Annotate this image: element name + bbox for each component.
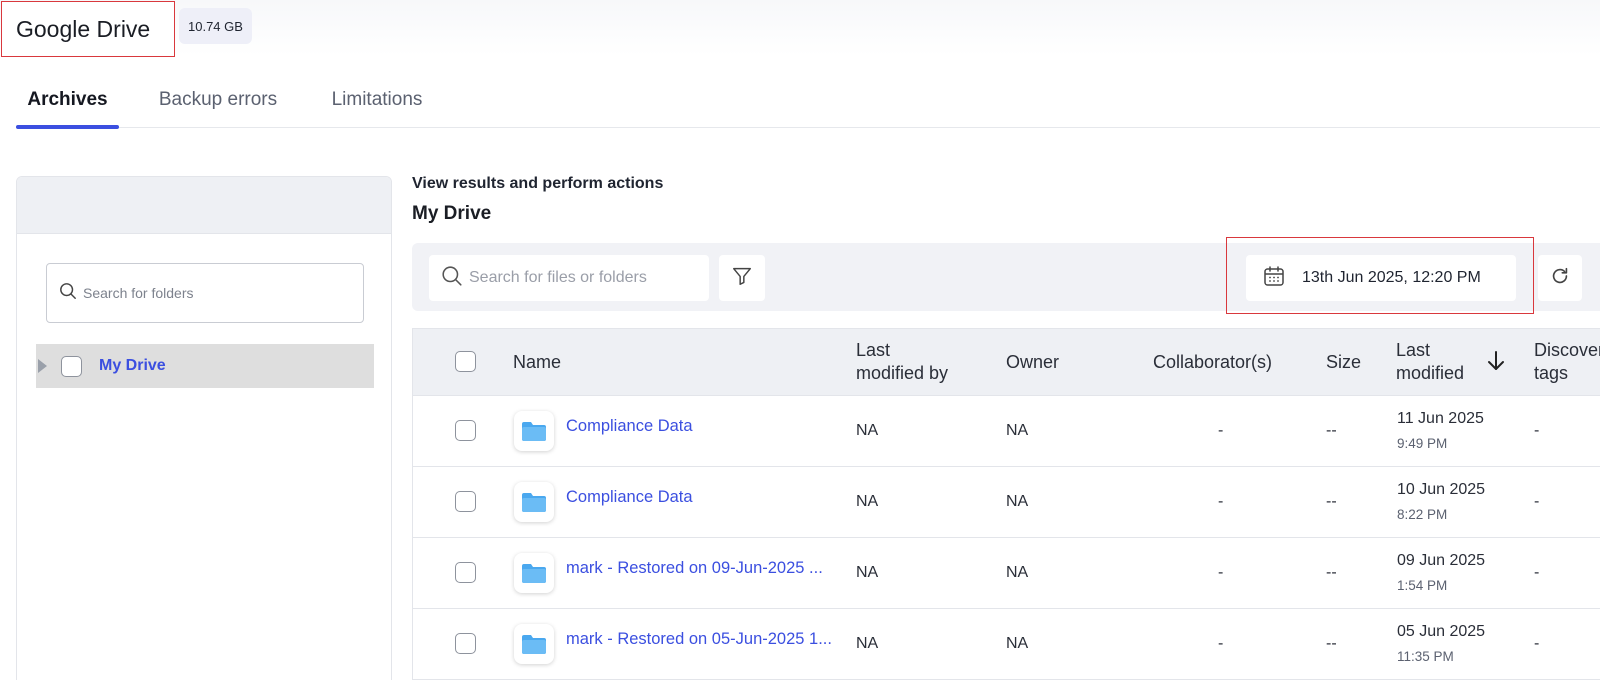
owner-cell: NA [1006, 564, 1029, 581]
folder-icon [514, 411, 554, 451]
search-icon [59, 282, 77, 305]
tree-item-my-drive[interactable]: My Drive [36, 344, 374, 388]
file-search-input[interactable] [469, 269, 699, 287]
column-owner: Owner [1006, 352, 1060, 372]
table-header: Name Last modified by Owner Collaborator… [413, 329, 1600, 396]
owner-cell: NA [1006, 422, 1029, 439]
size-cell: -- [1326, 422, 1337, 439]
modified-time-cell: 9:49 PM [1397, 436, 1448, 451]
search-icon [441, 265, 463, 292]
file-name-link[interactable]: Compliance Data [566, 488, 693, 507]
collaborators-cell: - [1218, 422, 1224, 439]
file-search-box[interactable] [429, 255, 709, 301]
owner-cell: NA [1006, 493, 1029, 510]
row-checkbox[interactable] [455, 420, 476, 441]
row-checkbox[interactable] [455, 491, 476, 512]
folder-icon [514, 624, 554, 664]
table-row[interactable]: mark - Restored on 09-Jun-2025 ... NA NA… [413, 538, 1600, 609]
tags-cell: - [1534, 564, 1540, 581]
modified-time-cell: 11:35 PM [1397, 649, 1454, 664]
tags-cell: - [1534, 422, 1540, 439]
modified-by-cell: NA [856, 422, 879, 439]
filter-button[interactable] [719, 255, 765, 301]
folder-sidebar: My Drive [16, 176, 392, 680]
column-last-modified-by-line1: Last [856, 340, 891, 360]
tab-bar: Archives Backup errors Limitations [16, 72, 1600, 129]
tab-archives[interactable]: Archives [16, 72, 119, 129]
size-cell: -- [1326, 493, 1337, 510]
collaborators-cell: - [1218, 635, 1224, 652]
modified-by-cell: NA [856, 635, 879, 652]
column-name[interactable]: Name [513, 351, 561, 374]
file-name-link[interactable]: mark - Restored on 09-Jun-2025 ... [566, 559, 823, 578]
caret-right-icon[interactable] [38, 359, 47, 373]
size-cell: -- [1326, 564, 1337, 581]
row-checkbox[interactable] [455, 633, 476, 654]
tab-backup-errors[interactable]: Backup errors [156, 72, 280, 128]
table-row[interactable]: Compliance Data NA NA - -- 11 Jun 2025 9… [413, 396, 1600, 467]
modified-by-cell: NA [856, 493, 879, 510]
folder-search-box[interactable] [46, 263, 364, 323]
column-last-modified-line2[interactable]: modified [1396, 362, 1464, 385]
column-collaborators: Collaborator(s) [1153, 352, 1273, 372]
sidebar-header [17, 177, 391, 234]
modified-date-cell: 10 Jun 2025 [1397, 481, 1486, 498]
refresh-button[interactable] [1538, 255, 1582, 301]
file-name-link[interactable]: mark - Restored on 05-Jun-2025 1... [566, 630, 832, 649]
sort-arrow-down-icon[interactable] [1486, 349, 1506, 378]
column-size: Size [1326, 352, 1362, 372]
tab-limitations[interactable]: Limitations [329, 72, 425, 128]
column-last-modified-line1[interactable]: Last [1396, 339, 1430, 362]
modified-date-cell: 05 Jun 2025 [1397, 623, 1486, 640]
table-row[interactable]: Compliance Data NA NA - -- 10 Jun 2025 8… [413, 467, 1600, 538]
owner-cell: NA [1006, 635, 1029, 652]
page-subtitle: View results and perform actions [412, 175, 664, 192]
collaborators-cell: - [1218, 564, 1224, 581]
select-all-checkbox[interactable] [455, 351, 476, 372]
modified-by-cell: NA [856, 564, 879, 581]
modified-date-cell: 09 Jun 2025 [1397, 552, 1486, 569]
modified-time-cell: 1:54 PM [1397, 578, 1448, 593]
date-filter-button[interactable]: 13th Jun 2025, 12:20 PM [1246, 255, 1516, 301]
tags-cell: - [1534, 493, 1540, 510]
size-cell: -- [1326, 635, 1337, 652]
file-name-link[interactable]: Compliance Data [566, 417, 693, 436]
folder-icon [514, 482, 554, 522]
files-table: Name Last modified by Owner Collaborator… [412, 328, 1600, 680]
row-checkbox[interactable] [455, 562, 476, 583]
filter-icon [731, 265, 753, 292]
modified-time-cell: 8:22 PM [1397, 507, 1448, 522]
column-discover-tags-line1: Discover [1534, 340, 1600, 360]
storage-badge: 10.74 GB [179, 8, 252, 44]
refresh-icon [1549, 265, 1571, 292]
tags-cell: - [1534, 635, 1540, 652]
folder-icon [514, 553, 554, 593]
tree-item-label[interactable]: My Drive [99, 357, 166, 375]
column-last-modified-by-line2: modified by [856, 363, 949, 383]
date-filter-label: 13th Jun 2025, 12:20 PM [1302, 269, 1481, 286]
app-title: Google Drive [1, 1, 175, 57]
column-discover-tags-line2: tags [1534, 363, 1569, 383]
table-row[interactable]: mark - Restored on 05-Jun-2025 1... NA N… [413, 609, 1600, 680]
page-title: My Drive [412, 203, 492, 224]
modified-date-cell: 11 Jun 2025 [1397, 410, 1484, 427]
folder-search-input[interactable] [83, 285, 353, 301]
calendar-icon [1262, 264, 1286, 293]
tree-checkbox[interactable] [61, 355, 82, 377]
collaborators-cell: - [1218, 493, 1224, 510]
